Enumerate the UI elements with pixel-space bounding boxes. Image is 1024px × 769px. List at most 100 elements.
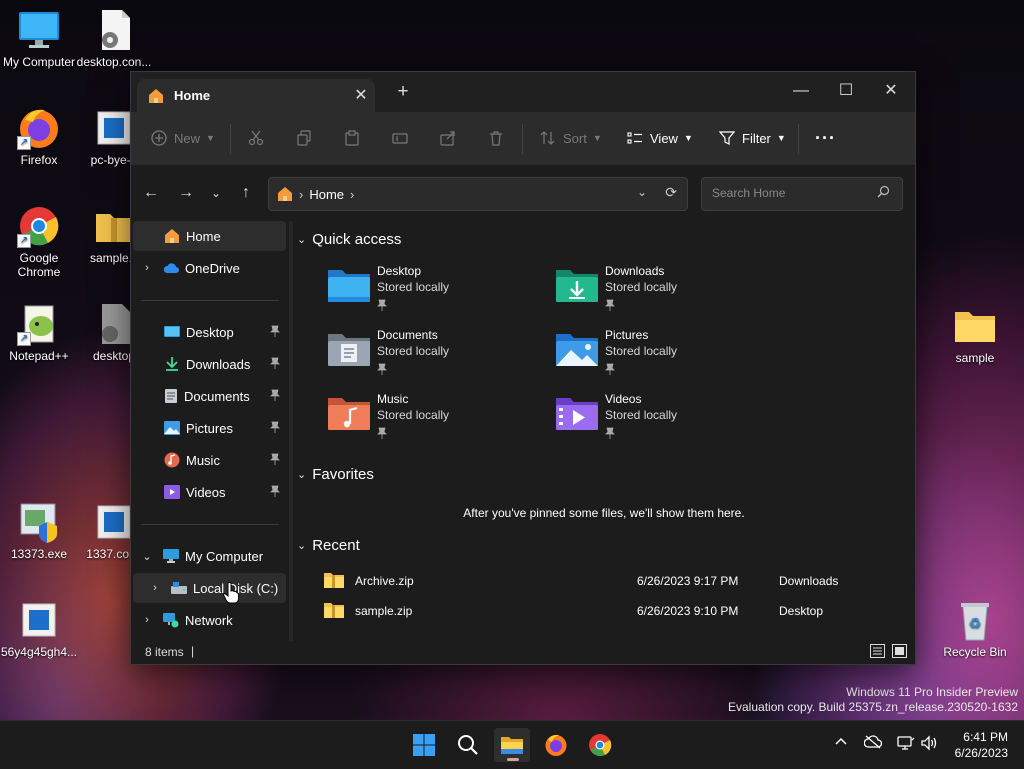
favorites-empty-message: After you've pinned some files, we'll sh…	[463, 506, 745, 520]
cut-button[interactable]	[248, 124, 271, 152]
quick-access-desktop[interactable]: Desktop Stored locally	[327, 264, 547, 324]
rename-button[interactable]	[392, 124, 415, 152]
refresh-icon[interactable]: ⟳	[665, 184, 677, 201]
nav-item-network[interactable]: › Network	[133, 605, 286, 635]
chevron-right-icon[interactable]: ›	[148, 582, 162, 594]
tiles-view-icon[interactable]	[892, 644, 907, 661]
nav-item-pictures[interactable]: Pictures	[133, 413, 286, 443]
nav-item-downloads[interactable]: Downloads	[133, 349, 286, 379]
desktop-icon-chrome[interactable]: ↗ Google Chrome	[0, 204, 78, 279]
quick-access-videos[interactable]: Videos Stored locally	[555, 392, 775, 452]
delete-button[interactable]	[488, 124, 511, 152]
breadcrumb-home[interactable]: Home	[309, 187, 344, 202]
recent-locations-chevron-icon[interactable]: ⌄	[205, 182, 227, 204]
quick-access-header[interactable]: ⌄ Quick access	[297, 231, 401, 248]
hand-cursor-icon	[223, 582, 239, 609]
desktop-icon-13373-exe[interactable]: 13373.exe	[0, 500, 78, 561]
volume-icon[interactable]	[920, 735, 938, 754]
copy-button[interactable]	[296, 124, 319, 152]
desktop-icon-notepadpp[interactable]: ↗ Notepad++	[0, 302, 78, 363]
chevron-down-icon[interactable]: ⌄	[297, 233, 306, 246]
onedrive-offline-icon[interactable]	[863, 735, 883, 752]
zip-folder-icon	[323, 571, 345, 592]
favorites-header[interactable]: ⌄ Favorites	[297, 466, 374, 483]
share-button[interactable]	[440, 124, 463, 152]
desktop-icon-firefox[interactable]: ↗ Firefox	[0, 106, 78, 167]
desktop-icon-sample-folder[interactable]: sample	[936, 304, 1014, 365]
show-hidden-icons-chevron-icon[interactable]	[834, 735, 848, 752]
windows-logo-icon	[413, 734, 435, 756]
firefox-taskbar-button[interactable]	[538, 728, 574, 762]
taskbar-clock[interactable]: 6:41 PM 6/26/2023	[955, 729, 1008, 761]
sort-button[interactable]: Sort ▼	[540, 124, 602, 152]
search-taskbar-button[interactable]	[450, 728, 486, 762]
desktop-icon-recycle-bin[interactable]: ♻ Recycle Bin	[936, 598, 1014, 659]
close-window-button[interactable]: ✕	[876, 78, 906, 104]
up-arrow-icon[interactable]: ↑	[235, 182, 257, 204]
desktop-icon-my-computer[interactable]: My Computer	[0, 8, 78, 69]
toolbar-divider	[798, 124, 799, 154]
maximize-button[interactable]: ☐	[831, 78, 861, 104]
active-indicator	[507, 758, 519, 761]
pin-icon	[377, 362, 387, 380]
recycle-bin-icon: ♻	[953, 598, 997, 642]
title-bar[interactable]: Home ✕ + — ☐ ✕	[131, 72, 915, 112]
filter-icon	[719, 131, 735, 145]
desktop-icon-56y4g45gh4[interactable]: 56y4g45gh4...	[0, 598, 78, 659]
desktop-icon-desktop-config[interactable]: desktop.con...	[75, 8, 153, 69]
details-view-icon[interactable]	[870, 644, 885, 661]
shortcut-arrow-icon: ↗	[17, 234, 31, 248]
quick-access-downloads[interactable]: Downloads Stored locally	[555, 264, 775, 324]
recent-row-sample[interactable]: sample.zip 6/26/2023 9:10 PM Desktop	[323, 596, 913, 626]
start-button[interactable]	[406, 728, 442, 762]
see-more-button[interactable]: ···	[815, 124, 836, 152]
filter-button[interactable]: Filter ▼	[719, 124, 786, 152]
nav-item-home[interactable]: Home	[133, 221, 286, 251]
nav-item-desktop[interactable]: Desktop	[133, 317, 286, 347]
network-status-icon[interactable]	[897, 735, 915, 754]
file-explorer-taskbar-button[interactable]	[494, 728, 530, 762]
search-input[interactable]	[710, 185, 874, 201]
chrome-taskbar-button[interactable]	[582, 728, 618, 762]
quick-access-music[interactable]: Music Stored locally	[327, 392, 547, 452]
back-arrow-icon[interactable]: ←	[140, 182, 162, 204]
videos-folder-icon	[555, 394, 599, 432]
chevron-right-icon[interactable]: ›	[140, 614, 154, 626]
pin-icon	[270, 421, 280, 436]
quick-access-documents[interactable]: Documents Stored locally	[327, 328, 547, 388]
minimize-button[interactable]: —	[786, 78, 816, 104]
window-file-icon	[17, 598, 61, 642]
chevron-right-icon[interactable]: ›	[140, 262, 154, 274]
breadcrumb-separator[interactable]: ›	[350, 187, 354, 202]
view-button[interactable]: View ▼	[627, 124, 693, 152]
nav-item-documents[interactable]: Documents	[133, 381, 286, 411]
new-tab-button[interactable]: +	[393, 82, 413, 102]
search-icon[interactable]	[877, 185, 890, 203]
pin-icon	[270, 389, 280, 404]
forward-arrow-icon[interactable]: →	[175, 182, 197, 204]
nav-item-music[interactable]: Music	[133, 445, 286, 475]
search-box[interactable]	[701, 177, 903, 211]
windows-watermark: Windows 11 Pro Insider Preview Evaluatio…	[728, 685, 1018, 714]
music-note-icon	[164, 452, 180, 468]
address-bar[interactable]: › Home › ⌄ ⟳	[268, 177, 688, 211]
nav-item-onedrive[interactable]: › OneDrive	[133, 253, 286, 283]
chevron-down-icon[interactable]: ⌄	[140, 550, 154, 563]
folder-icon	[953, 304, 997, 348]
recent-header[interactable]: ⌄ Recent	[297, 537, 360, 554]
nav-item-my-computer[interactable]: ⌄ My Computer	[133, 541, 286, 571]
new-button[interactable]: New ▼	[151, 124, 215, 152]
pin-icon	[605, 426, 615, 444]
address-dropdown-chevron-icon[interactable]: ⌄	[637, 185, 647, 199]
tab-close-button[interactable]: ✕	[351, 85, 371, 105]
tab-home[interactable]: Home ✕	[137, 79, 375, 112]
network-icon	[163, 612, 179, 628]
chevron-down-icon[interactable]: ⌄	[297, 539, 306, 552]
nav-item-local-disk[interactable]: › Local Disk (C:)	[133, 573, 286, 603]
recent-row-archive[interactable]: Archive.zip 6/26/2023 9:17 PM Downloads	[323, 566, 913, 596]
chevron-down-icon[interactable]: ⌄	[297, 468, 306, 481]
paste-button[interactable]	[344, 124, 367, 152]
nav-item-videos[interactable]: Videos	[133, 477, 286, 507]
quick-access-pictures[interactable]: Pictures Stored locally	[555, 328, 775, 388]
pin-icon	[377, 426, 387, 444]
